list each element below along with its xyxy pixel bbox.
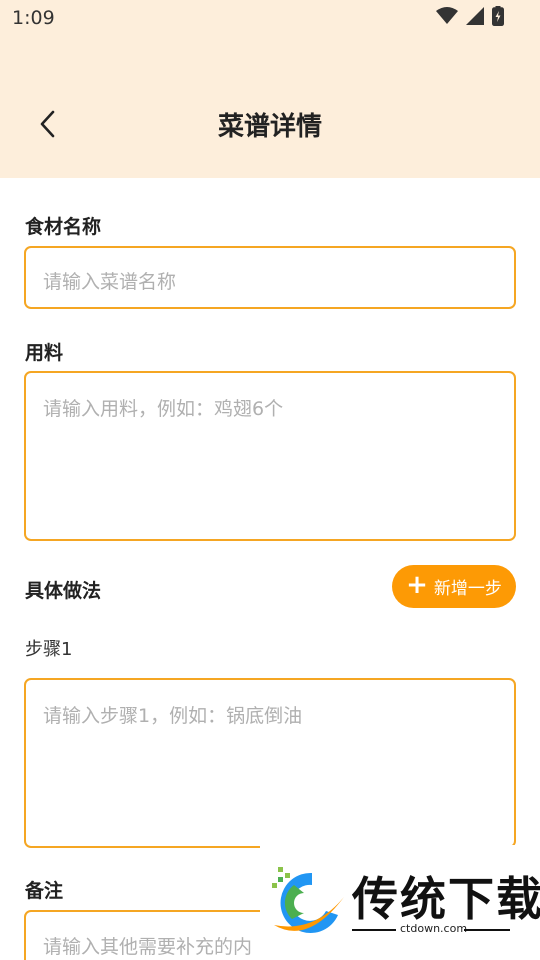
step-1-label: 步骤1: [25, 639, 73, 660]
plus-icon: +: [406, 570, 428, 600]
method-label: 具体做法: [25, 580, 102, 602]
battery-icon: [492, 6, 504, 26]
ingredients-placeholder: 请输入用料，例如：鸡翅6个: [43, 398, 284, 420]
ingredients-input[interactable]: 请输入用料，例如：鸡翅6个: [24, 371, 516, 541]
step-1-input[interactable]: 请输入步骤1，例如：锅底倒油: [24, 678, 516, 848]
status-icons: [436, 6, 504, 26]
add-step-button[interactable]: + 新增一步: [392, 565, 516, 608]
add-step-label: 新增一步: [433, 579, 502, 599]
recipe-name-label: 食材名称: [25, 216, 102, 238]
status-time: 1:09: [12, 7, 55, 29]
signal-icon: [466, 7, 484, 25]
notes-label: 备注: [25, 880, 64, 902]
recipe-name-input[interactable]: 请输入菜谱名称: [24, 246, 516, 309]
watermark-name: 传统下载: [352, 872, 540, 926]
status-bar: 1:09: [0, 0, 540, 36]
notes-placeholder: 请输入其他需要补充的内: [43, 936, 253, 958]
wifi-icon: [436, 7, 458, 24]
watermark-url: ctdown.com: [400, 922, 468, 935]
watermark-divider-left: [352, 929, 396, 931]
recipe-name-placeholder: 请输入菜谱名称: [43, 271, 177, 293]
watermark-divider-right: [464, 929, 510, 931]
watermark: 传统下载 ctdown.com: [260, 845, 540, 960]
page-title: 菜谱详情: [217, 112, 322, 142]
ingredients-label: 用料: [25, 342, 64, 364]
watermark-logo-icon: [272, 867, 344, 933]
step-1-placeholder: 请输入步骤1，例如：锅底倒油: [43, 705, 303, 727]
